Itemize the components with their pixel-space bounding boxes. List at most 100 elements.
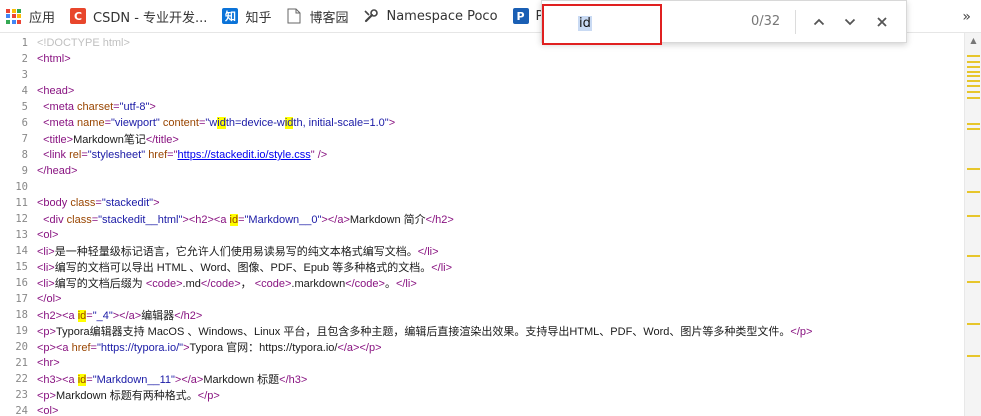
vertical-scrollbar[interactable]: ▲: [964, 33, 981, 416]
code-token: </li>: [417, 246, 439, 258]
code-token: 是一种轻量级标记语言，它允许人们使用易读易写的纯文本格式编写文档。: [54, 246, 418, 258]
code-token: >: [388, 117, 396, 129]
find-close-button[interactable]: [870, 10, 894, 34]
bookmark-cnblogs[interactable]: 博客园: [280, 0, 357, 33]
line-code: <head>: [31, 85, 74, 97]
code-token: </p>: [790, 326, 813, 338]
scroll-match-marker: [967, 55, 980, 57]
code-token: "Markdown__11": [92, 374, 175, 386]
line-number: 20: [15, 341, 28, 353]
code-token: 。: [384, 278, 396, 290]
code-token: 编写的文档后缀为: [54, 278, 146, 290]
find-input[interactable]: id: [578, 16, 592, 31]
page-icon: [286, 8, 302, 24]
bookmark-label: 知乎: [245, 10, 272, 26]
find-separator: [795, 10, 796, 34]
bookmark-label: CSDN - 专业开发...: [93, 10, 208, 26]
line-code: <li>是一种轻量级标记语言，它允许人们使用易读易写的纯文本格式编写文档。</l…: [31, 243, 439, 259]
code-token: Markdown 标题: [203, 374, 280, 386]
source-line: 10: [0, 179, 964, 195]
line-number: 5: [21, 101, 28, 113]
code-token: .md: [182, 278, 201, 290]
bookmarks-overflow-button[interactable]: »: [962, 0, 971, 33]
find-input-box[interactable]: id: [542, 4, 662, 45]
code-token: <code>: [254, 278, 292, 290]
code-token: class: [70, 197, 96, 209]
bookmark-label: Namespace Poco: [386, 8, 498, 24]
code-token: "stylesheet": [87, 149, 146, 161]
source-line: 3: [0, 67, 964, 83]
line-number: 10: [15, 181, 28, 193]
code-token: href: [148, 149, 168, 161]
line-number: 8: [21, 149, 28, 161]
code-token: "https://typora.io/": [96, 342, 184, 354]
find-previous-button[interactable]: [807, 10, 831, 34]
code-token: <body: [37, 197, 71, 209]
line-number: 12: [15, 213, 28, 225]
code-token: </li>: [431, 262, 453, 274]
line-code: <h3><a id="Markdown__11"></a>Markdown 标题…: [31, 371, 307, 387]
bookmark-apps[interactable]: 应用: [0, 0, 64, 33]
source-line: 23 <p>Markdown 标题有两种格式。</p>: [0, 387, 964, 403]
code-token: <html>: [37, 53, 71, 65]
scroll-match-marker: [967, 80, 980, 82]
apps-grid-icon: [6, 8, 21, 24]
source-line: 15 <li>编写的文档可以导出 HTML 、Word、图像、PDF、Epub 等…: [0, 259, 964, 275]
scroll-match-marker: [967, 168, 980, 170]
bookmark-label: 博客园: [309, 10, 349, 26]
search-highlight: id: [77, 310, 87, 322]
bookmark-csdn[interactable]: C CSDN - 专业开发...: [64, 0, 216, 33]
code-token: <meta: [37, 101, 78, 113]
line-code: <body class="stackedit">: [31, 197, 160, 209]
line-code: <meta name="viewport" content="width=dev…: [31, 117, 395, 129]
code-token: "stackedit__html": [98, 214, 183, 226]
scroll-up-arrow-icon[interactable]: ▲: [965, 33, 981, 47]
code-token: </title>: [145, 134, 179, 146]
source-view[interactable]: 1 <!DOCTYPE html> 2 <html> 3 4 <head> 5 <meta c…: [0, 33, 964, 416]
scroll-match-marker: [967, 281, 980, 283]
csdn-logo-icon: C: [70, 8, 87, 24]
code-token: <head>: [37, 85, 75, 97]
code-token: "stackedit": [101, 197, 154, 209]
code-token: href: [71, 342, 91, 354]
code-token: Markdown 标题有两种格式。: [55, 390, 198, 402]
code-token: </head>: [37, 165, 78, 177]
line-code: <p>Markdown 标题有两种格式。</p>: [31, 387, 220, 403]
code-token: <h2><a: [37, 310, 78, 322]
source-line: 11 <body class="stackedit">: [0, 195, 964, 211]
code-token[interactable]: https://stackedit.io/style.css: [178, 149, 311, 161]
line-number: 16: [15, 277, 28, 289]
search-highlight: id: [77, 374, 87, 386]
scroll-match-marker: [967, 255, 980, 257]
code-token: "Markdown__0": [244, 214, 322, 226]
source-line: 9 </head>: [0, 163, 964, 179]
source-line: 24 <ol>: [0, 403, 964, 416]
code-token: </code>: [345, 278, 385, 290]
code-token: <meta: [37, 117, 78, 129]
scroll-match-marker: [967, 323, 980, 325]
line-number: 15: [15, 261, 28, 273]
scroll-match-marker: [967, 61, 980, 63]
code-token: ></a>: [174, 374, 204, 386]
find-next-button[interactable]: [838, 10, 862, 34]
code-token: "_4": [92, 310, 113, 322]
source-line: 8 <link rel="stylesheet" href="https://s…: [0, 147, 964, 163]
bookmark-zhihu[interactable]: 知 知乎: [216, 0, 280, 33]
scroll-match-marker: [967, 71, 980, 73]
code-token: " />: [310, 149, 328, 161]
line-code: <meta charset="utf-8">: [31, 101, 156, 113]
scroll-match-marker: [967, 75, 980, 77]
find-match-count: 0/32: [751, 14, 781, 29]
code-token: <link: [37, 149, 70, 161]
code-token: name: [77, 117, 105, 129]
code-token: <title>: [37, 134, 74, 146]
bookmark-namespace-poco[interactable]: Namespace Poco: [357, 0, 506, 33]
code-token: Typora编辑器支持 MacOS 、Windows、Linux 平台，且包含多…: [55, 326, 791, 338]
code-token: class: [66, 214, 92, 226]
code-token: "w: [205, 117, 218, 129]
line-number: 7: [21, 133, 28, 145]
code-token: </h2>: [425, 214, 454, 226]
find-bar: id 0/32: [541, 0, 907, 45]
scroll-match-marker: [967, 123, 980, 125]
code-token: <hr>: [37, 357, 60, 369]
